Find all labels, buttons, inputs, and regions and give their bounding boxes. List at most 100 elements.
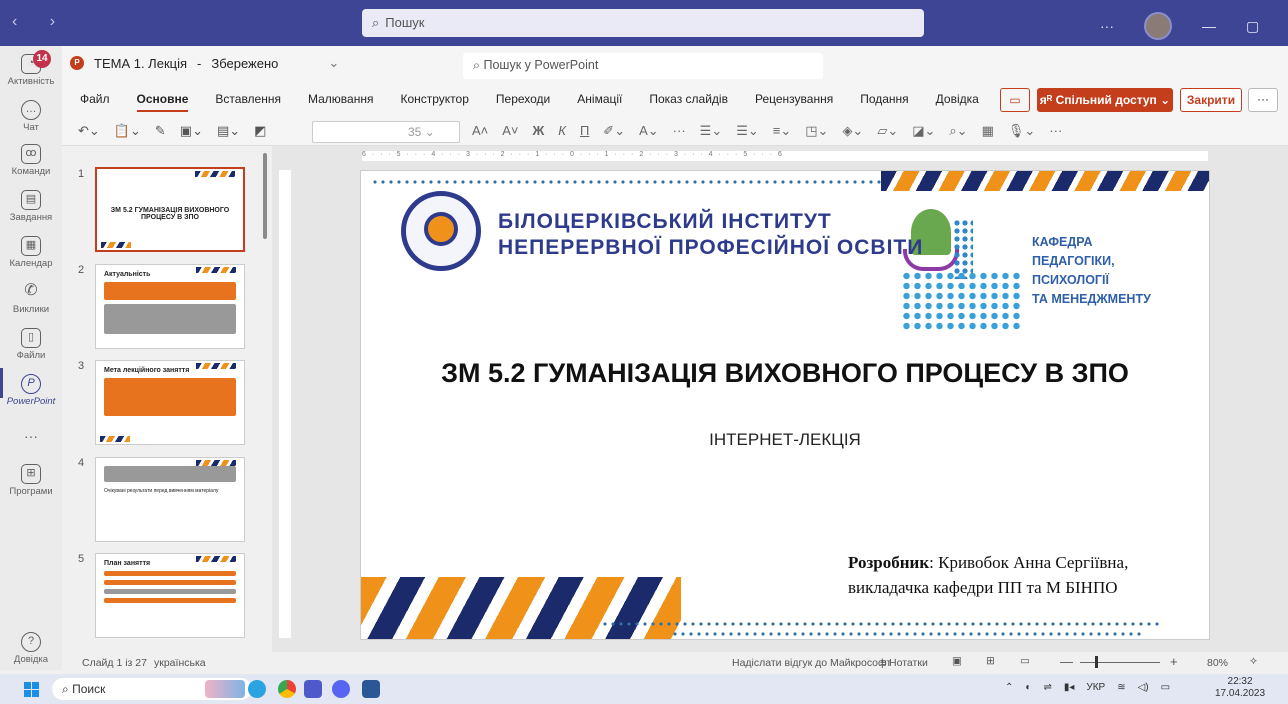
- clock[interactable]: 22:32 17.04.2023: [1215, 676, 1265, 700]
- rail-item-activity[interactable]: ◔ Активність: [0, 54, 62, 87]
- feedback-link[interactable]: Надіслати відгук до Майкрософт: [732, 657, 891, 669]
- close-doc-button[interactable]: Закрити: [1180, 88, 1242, 112]
- designer-icon[interactable]: ▦: [982, 123, 994, 139]
- rail-item-apps[interactable]: ⊞ Програми: [0, 464, 62, 497]
- tab-review[interactable]: Рецензування: [755, 92, 833, 112]
- numbering-icon[interactable]: ☰⌄: [736, 123, 759, 139]
- taskbar-widget-icon[interactable]: [205, 680, 245, 698]
- tab-view[interactable]: Подання: [860, 92, 908, 112]
- slide-thumbnail-1[interactable]: ЗМ 5.2 ГУМАНІЗАЦІЯ ВИХОВНОГО ПРОЦЕСУ В З…: [95, 167, 245, 252]
- rail-item-powerpoint[interactable]: P PowerPoint: [0, 374, 62, 407]
- tab-design[interactable]: Конструктор: [400, 92, 468, 112]
- tray-settings-icon[interactable]: ⇌: [1043, 682, 1051, 693]
- tray-app-icon[interactable]: ◐: [1025, 682, 1031, 693]
- thumbnail-scrollbar[interactable]: [263, 153, 267, 239]
- more-icon[interactable]: ···: [673, 123, 686, 139]
- new-slide-icon[interactable]: ▣⌄: [180, 123, 203, 139]
- avatar[interactable]: [1144, 12, 1172, 40]
- format-painter-icon[interactable]: ✎: [155, 123, 166, 139]
- zoom-in-button[interactable]: +: [1170, 654, 1178, 669]
- chrome-icon[interactable]: [278, 680, 296, 698]
- grow-font-icon[interactable]: A˄: [472, 123, 488, 139]
- font-size-box[interactable]: 35 ⌄: [312, 121, 460, 143]
- rail-item-teams[interactable]: ꝏ Команди: [0, 144, 62, 177]
- reset-icon[interactable]: ◩: [254, 123, 266, 139]
- rail-item-chat[interactable]: … Чат: [0, 100, 62, 133]
- normal-view-icon[interactable]: ▣: [952, 655, 962, 667]
- highlight-icon[interactable]: ✐⌄: [603, 123, 625, 139]
- tab-draw[interactable]: Малювання: [308, 92, 373, 112]
- nav-arrows[interactable]: ‹ ›: [12, 13, 69, 31]
- powerpoint-search-input[interactable]: ⌕ Пошук у PowerPoint: [463, 53, 823, 79]
- tab-file[interactable]: Файл: [80, 92, 110, 112]
- comment-button[interactable]: ▭: [1000, 88, 1030, 112]
- rail-item-calendar[interactable]: ▦ Календар: [0, 236, 62, 269]
- tray-media-icon[interactable]: ▮◂: [1064, 682, 1075, 693]
- tab-animations[interactable]: Анімації: [577, 92, 622, 112]
- rail-more-button[interactable]: ···: [0, 428, 62, 444]
- zoom-level[interactable]: 80%: [1207, 657, 1228, 669]
- teams-icon: ꝏ: [21, 144, 41, 164]
- author-block[interactable]: Розробник: Кривобок Анна Сергіївна, викл…: [848, 550, 1128, 600]
- find-icon[interactable]: ⌕⌄: [949, 123, 967, 139]
- outline-icon[interactable]: ▱⌄: [877, 123, 898, 139]
- slide-thumbnail-2[interactable]: Актуальність: [95, 264, 245, 349]
- word-icon[interactable]: [362, 680, 380, 698]
- rail-item-calls[interactable]: ✆ Виклики: [0, 282, 62, 315]
- language-indicator[interactable]: українська: [154, 657, 206, 669]
- zoom-slider[interactable]: [1080, 662, 1160, 663]
- sorter-view-icon[interactable]: ⊞: [986, 655, 995, 667]
- slide-thumbnail-4[interactable]: Очікувані результати перед вивченням мат…: [95, 457, 245, 542]
- tab-insert[interactable]: Вставлення: [215, 92, 281, 112]
- teams-search-input[interactable]: ⌕ Пошук: [362, 9, 924, 37]
- shapes-icon[interactable]: ◳⌄: [805, 123, 828, 139]
- effects-icon[interactable]: ◪⌄: [912, 123, 935, 139]
- notes-button[interactable]: ≡ Нотатки: [880, 657, 928, 669]
- undo-icon[interactable]: ↶⌄: [78, 123, 100, 139]
- slide-subtitle[interactable]: ІНТЕРНЕТ-ЛЕКЦІЯ: [360, 430, 1210, 450]
- fill-icon[interactable]: ◈⌄: [842, 123, 863, 139]
- bullets-icon[interactable]: ☰⌄: [700, 123, 723, 139]
- italic-button[interactable]: К: [558, 123, 566, 139]
- reading-view-icon[interactable]: ▭: [1020, 655, 1030, 667]
- discord-icon[interactable]: [332, 680, 350, 698]
- teams-taskbar-icon[interactable]: [304, 680, 322, 698]
- wifi-icon[interactable]: ≋: [1117, 682, 1125, 693]
- maximize-button[interactable]: ▢: [1246, 18, 1259, 35]
- volume-icon[interactable]: ◁): [1138, 682, 1149, 693]
- more-options-button[interactable]: ···: [1100, 18, 1114, 34]
- shrink-font-icon[interactable]: A˅: [502, 123, 518, 139]
- windows-start-icon[interactable]: [24, 682, 39, 697]
- rail-label: Чат: [23, 122, 39, 133]
- chevron-up-icon[interactable]: ⌃: [1005, 682, 1013, 693]
- keyboard-language[interactable]: УКР: [1086, 682, 1105, 693]
- tab-slideshow[interactable]: Показ слайдів: [649, 92, 728, 112]
- minimize-button[interactable]: —: [1202, 18, 1216, 34]
- rail-item-help[interactable]: ? Довідка: [0, 632, 62, 665]
- assignments-icon: ▤: [21, 190, 41, 210]
- document-title[interactable]: P ТЕМА 1. Лекція - Збережено ⌄: [70, 55, 339, 71]
- slide-thumbnail-5[interactable]: План заняття: [95, 553, 245, 638]
- ribbon-more-button[interactable]: ···: [1248, 88, 1278, 112]
- dictate-icon[interactable]: 🎙⌄: [1008, 123, 1035, 139]
- share-button[interactable]: ᴙᴿ Спільний доступ ⌄: [1037, 88, 1173, 112]
- more-icon[interactable]: ···: [1049, 123, 1062, 139]
- paste-icon[interactable]: 📋⌄: [114, 123, 141, 139]
- fit-slide-icon[interactable]: ⟡: [1250, 655, 1257, 668]
- align-icon[interactable]: ≡⌄: [773, 123, 791, 139]
- battery-icon[interactable]: ▭: [1161, 682, 1170, 693]
- zoom-out-button[interactable]: —: [1060, 654, 1073, 669]
- slide-title[interactable]: ЗМ 5.2 ГУМАНІЗАЦІЯ ВИХОВНОГО ПРОЦЕСУ В З…: [360, 358, 1210, 389]
- telegram-icon[interactable]: [248, 680, 266, 698]
- font-color-icon[interactable]: A⌄: [639, 123, 659, 139]
- slide-thumbnail-3[interactable]: Мета лекційного заняття: [95, 360, 245, 445]
- tab-help[interactable]: Довідка: [936, 92, 979, 112]
- rail-item-assignments[interactable]: ▤ Завдання: [0, 190, 62, 223]
- bold-button[interactable]: Ж: [533, 123, 545, 139]
- layout-icon[interactable]: ▤⌄: [217, 123, 240, 139]
- underline-button[interactable]: П: [580, 123, 589, 139]
- tab-transitions[interactable]: Переходи: [496, 92, 550, 112]
- zoom-slider-thumb[interactable]: [1095, 656, 1098, 668]
- tab-home[interactable]: Основне: [136, 92, 189, 112]
- rail-item-files[interactable]: ▯ Файли: [0, 328, 62, 361]
